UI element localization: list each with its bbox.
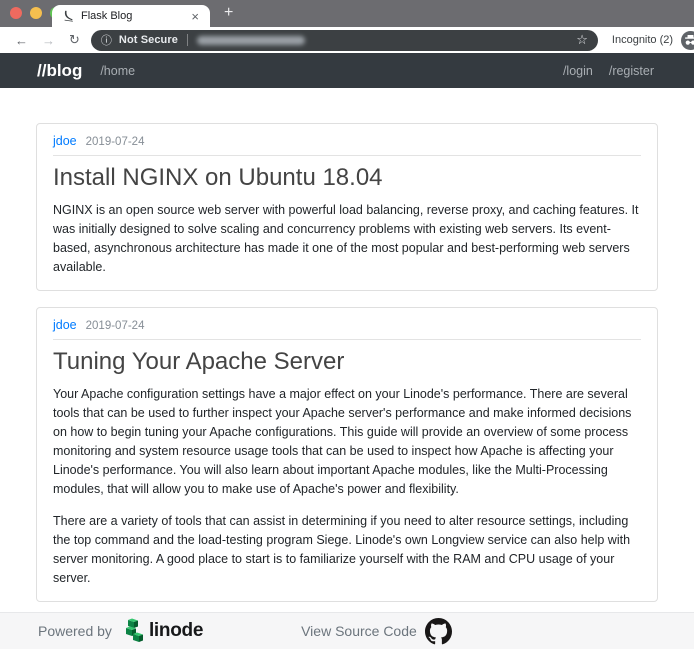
browser-window: Flask Blog × + ← → ↻ ⓘ Not Secure ☆ Inco… bbox=[0, 0, 694, 649]
navbar-right: /login /register bbox=[547, 64, 654, 78]
incognito-avatar-icon[interactable] bbox=[681, 31, 694, 50]
linode-wordmark: linode bbox=[149, 620, 203, 642]
linode-link[interactable]: linode bbox=[120, 618, 203, 644]
redacted-url bbox=[197, 36, 305, 45]
tab-title: Flask Blog bbox=[81, 10, 188, 22]
browser-tab[interactable]: Flask Blog × bbox=[52, 5, 210, 27]
post-paragraph: Your Apache configuration settings have … bbox=[53, 385, 641, 499]
post-meta: jdoe 2019-07-24 bbox=[53, 134, 641, 156]
page-info-icon[interactable]: ⓘ bbox=[101, 32, 112, 48]
post-card: jdoe 2019-07-24 Tuning Your Apache Serve… bbox=[36, 307, 658, 602]
flask-favicon-icon bbox=[62, 10, 74, 22]
post-title-link[interactable]: Install NGINX on Ubuntu 18.04 bbox=[53, 163, 641, 193]
post-paragraph: NGINX is an open source web server with … bbox=[53, 201, 641, 277]
powered-by-label: Powered by bbox=[38, 623, 112, 639]
page-footer: Powered by linode View Source Code bbox=[0, 612, 694, 649]
site-navbar: //blog /home /login /register bbox=[0, 53, 694, 88]
omnibox-divider bbox=[187, 34, 188, 46]
post-author-link[interactable]: jdoe bbox=[53, 318, 77, 332]
nav-link-login[interactable]: /login bbox=[563, 64, 593, 78]
minimize-window-button[interactable] bbox=[30, 7, 42, 19]
bookmark-star-icon[interactable]: ☆ bbox=[576, 32, 588, 48]
linode-logo-icon bbox=[120, 618, 146, 644]
forward-icon[interactable]: → bbox=[35, 33, 62, 48]
github-icon[interactable] bbox=[425, 618, 452, 645]
new-tab-button[interactable]: + bbox=[219, 3, 238, 23]
back-icon[interactable]: ← bbox=[8, 33, 35, 48]
post-date: 2019-07-24 bbox=[86, 136, 145, 148]
post-meta: jdoe 2019-07-24 bbox=[53, 318, 641, 340]
post-card: jdoe 2019-07-24 Install NGINX on Ubuntu … bbox=[36, 123, 658, 291]
nav-link-register[interactable]: /register bbox=[609, 64, 654, 78]
brand-link[interactable]: //blog bbox=[37, 61, 82, 81]
nav-link-home[interactable]: /home bbox=[100, 64, 135, 78]
post-paragraph: There are a variety of tools that can as… bbox=[53, 512, 641, 588]
address-bar[interactable]: ⓘ Not Secure ☆ bbox=[91, 30, 598, 51]
post-title-link[interactable]: Tuning Your Apache Server bbox=[53, 347, 641, 377]
reload-icon[interactable]: ↻ bbox=[62, 32, 87, 48]
post-date: 2019-07-24 bbox=[86, 320, 145, 332]
browser-toolbar: ← → ↻ ⓘ Not Secure ☆ Incognito (2) ⋮ bbox=[0, 27, 694, 53]
post-author-link[interactable]: jdoe bbox=[53, 134, 77, 148]
tab-strip: Flask Blog × + bbox=[0, 0, 694, 27]
post-list: jdoe 2019-07-24 Install NGINX on Ubuntu … bbox=[36, 88, 658, 649]
close-window-button[interactable] bbox=[10, 7, 22, 19]
incognito-label: Incognito (2) bbox=[612, 34, 673, 46]
tab-close-icon[interactable]: × bbox=[188, 9, 202, 24]
view-source-link[interactable]: View Source Code bbox=[301, 623, 417, 639]
security-label: Not Secure bbox=[119, 34, 178, 46]
